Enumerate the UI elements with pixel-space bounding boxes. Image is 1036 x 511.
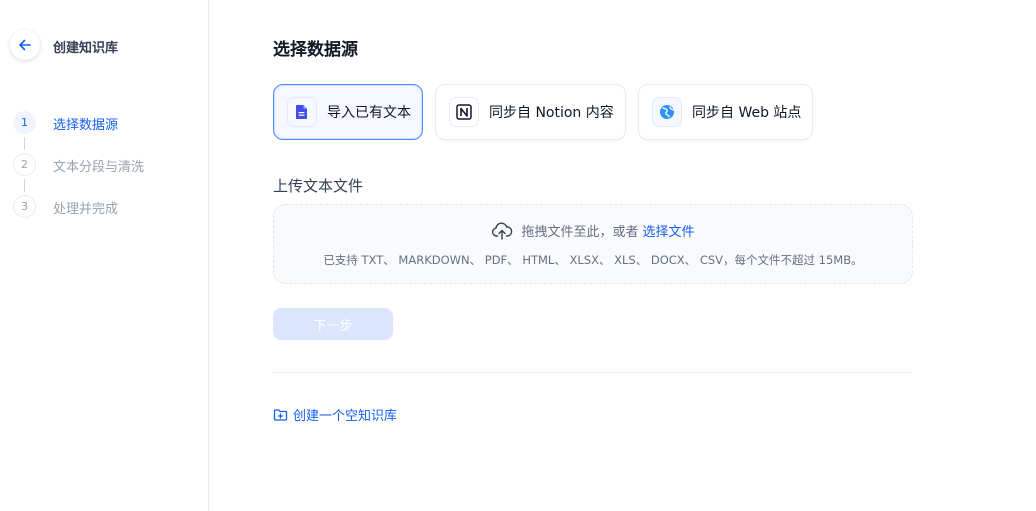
upload-section-title: 上传文本文件 (273, 177, 364, 195)
file-dropzone[interactable]: 拖拽文件至此，或者 选择文件 已支持 TXT、 MARKDOWN、 PDF、 H… (273, 204, 913, 284)
source-label: 同步自 Notion 内容 (489, 105, 614, 121)
drop-instructions: 拖拽文件至此，或者 选择文件 (274, 221, 912, 240)
card-icon-box (287, 97, 317, 127)
step-segment-clean: 2 文本分段与清洗 (13, 153, 144, 195)
create-empty-knowledge-link[interactable]: 创建一个空知识库 (273, 405, 397, 424)
supported-formats-text: 已支持 TXT、 MARKDOWN、 PDF、 HTML、 XLSX、 XLS、… (323, 253, 863, 267)
sidebar: 创建知识库 1 选择数据源 2 文本分段与清洗 3 处理并完成 (0, 0, 209, 511)
step-number: 1 (13, 111, 36, 134)
source-label: 同步自 Web 站点 (692, 105, 802, 121)
create-empty-label: 创建一个空知识库 (293, 409, 398, 424)
folder-plus-icon (273, 408, 288, 421)
step-connector (24, 179, 25, 192)
step-label: 选择数据源 (53, 118, 119, 133)
source-label: 导入已有文本 (327, 105, 411, 121)
step-select-source: 1 选择数据源 (13, 111, 144, 153)
back-button[interactable] (10, 30, 40, 60)
web-icon (660, 105, 674, 119)
step-number: 2 (13, 153, 36, 176)
step-connector (24, 137, 25, 150)
arrow-left-icon (19, 39, 31, 51)
step-label: 文本分段与清洗 (53, 160, 145, 175)
step-list: 1 选择数据源 2 文本分段与清洗 3 处理并完成 (13, 111, 144, 237)
page-title: 选择数据源 (273, 40, 358, 60)
card-icon-box (652, 97, 682, 127)
drop-text: 拖拽文件至此，或者 (521, 225, 639, 240)
source-web[interactable]: 同步自 Web 站点 (638, 84, 813, 140)
notion-icon (456, 104, 472, 120)
step-label: 处理并完成 (53, 202, 119, 217)
choose-file-link[interactable]: 选择文件 (643, 221, 695, 240)
source-import-text[interactable]: 导入已有文本 (273, 84, 423, 140)
source-notion[interactable]: 同步自 Notion 内容 (435, 84, 626, 140)
document-icon (296, 105, 307, 119)
step-process-finish: 3 处理并完成 (13, 195, 144, 237)
upload-cloud-icon (491, 222, 513, 240)
sidebar-title: 创建知识库 (53, 41, 119, 56)
next-step-button[interactable]: 下一步 (273, 308, 393, 340)
step-number: 3 (13, 195, 36, 218)
card-icon-box (449, 97, 479, 127)
divider (273, 372, 913, 373)
